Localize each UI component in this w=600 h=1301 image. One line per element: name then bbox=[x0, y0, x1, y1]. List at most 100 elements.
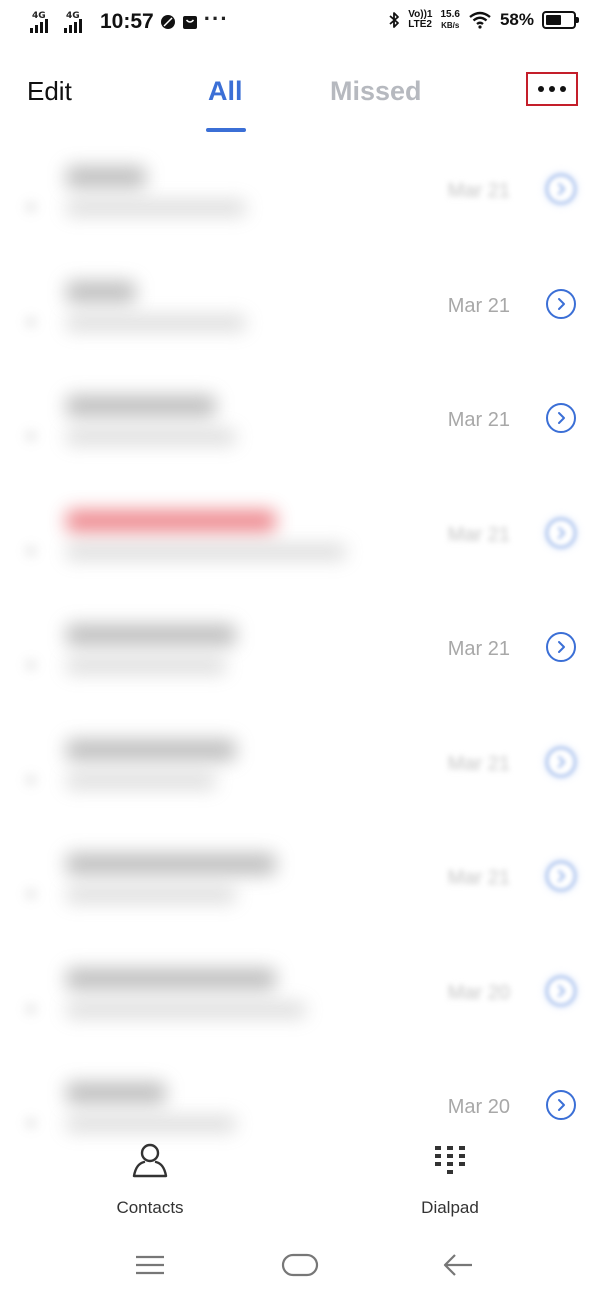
chevron-right-icon bbox=[558, 297, 565, 310]
contacts-tab[interactable]: Contacts bbox=[70, 1140, 230, 1218]
contacts-label: Contacts bbox=[116, 1198, 184, 1217]
call-date: Mar 21 bbox=[447, 752, 510, 775]
call-details-blurred bbox=[66, 887, 236, 903]
contact-name-blurred bbox=[66, 280, 136, 303]
call-type-icon bbox=[24, 200, 38, 214]
battery-fill bbox=[546, 15, 561, 25]
call-date: Mar 21 bbox=[447, 638, 510, 660]
call-details-blurred bbox=[66, 200, 246, 216]
call-date: Mar 20 bbox=[447, 981, 510, 1004]
chevron-right-icon bbox=[558, 755, 565, 768]
call-date: Mar 21 bbox=[447, 294, 510, 317]
contact-name-blurred bbox=[66, 624, 236, 646]
call-log-row[interactable]: Mar 21 bbox=[0, 713, 600, 828]
call-details-button[interactable] bbox=[546, 403, 576, 433]
shopping-bag-icon bbox=[182, 16, 197, 29]
call-details-button[interactable] bbox=[546, 861, 576, 891]
call-date: Mar 21 bbox=[447, 523, 510, 546]
call-type-icon bbox=[24, 887, 38, 901]
dialpad-tab[interactable]: Dialpad bbox=[370, 1140, 530, 1218]
chevron-right-icon bbox=[558, 183, 565, 195]
active-tab-indicator bbox=[206, 128, 246, 132]
contacts-icon bbox=[132, 1143, 168, 1178]
call-date: Mar 21 bbox=[447, 409, 510, 431]
home-button[interactable] bbox=[280, 1250, 320, 1280]
chevron-right-icon bbox=[558, 641, 565, 653]
call-details-button[interactable] bbox=[546, 1090, 576, 1120]
edit-button[interactable]: Edit bbox=[27, 76, 72, 107]
call-details-blurred bbox=[66, 772, 216, 789]
call-details-blurred bbox=[66, 1116, 236, 1132]
call-details-button[interactable] bbox=[546, 288, 576, 319]
signal-sim2-icon: 4G bbox=[64, 11, 92, 33]
contact-name-blurred bbox=[66, 738, 236, 761]
home-icon bbox=[281, 1253, 319, 1277]
call-details-button[interactable] bbox=[546, 517, 576, 548]
back-button[interactable] bbox=[438, 1250, 478, 1280]
call-log-row[interactable]: Mar 21 bbox=[0, 827, 600, 942]
chevron-right-icon bbox=[558, 984, 565, 997]
call-type-icon bbox=[24, 1116, 38, 1130]
bluetooth-icon bbox=[389, 12, 400, 28]
battery-percent: 58% bbox=[499, 10, 534, 29]
call-type-icon bbox=[24, 1001, 38, 1016]
battery-icon bbox=[542, 11, 579, 29]
call-type-icon bbox=[24, 658, 38, 672]
clock: 10:57 bbox=[100, 10, 154, 33]
signal-sim1-icon: 4G bbox=[30, 11, 58, 33]
call-log-row[interactable]: Mar 21 bbox=[0, 484, 600, 599]
wifi-icon bbox=[469, 11, 491, 29]
network-speed: 15.6 KB/s bbox=[440, 9, 460, 30]
call-type-icon bbox=[24, 543, 38, 558]
chevron-right-icon bbox=[558, 870, 565, 882]
call-details-blurred bbox=[66, 658, 226, 674]
call-log-list[interactable]: Mar 21 Mar 21 Mar 21 Mar 21 Mar 21 Mar 21 Mar … bbox=[0, 140, 600, 1171]
chevron-right-icon bbox=[558, 412, 565, 424]
volte-indicator: Vo))1 LTE2 bbox=[408, 9, 433, 30]
call-details-blurred bbox=[66, 429, 236, 445]
status-right: Vo))1 LTE2 15.6 KB/s 58% bbox=[388, 9, 579, 31]
chevron-right-icon bbox=[558, 1099, 565, 1111]
chevron-right-icon bbox=[558, 526, 565, 539]
call-date: Mar 21 bbox=[447, 180, 510, 202]
more-horizontal-icon bbox=[538, 86, 544, 92]
call-log-row[interactable]: Mar 21 bbox=[0, 369, 600, 484]
call-details-button[interactable] bbox=[546, 975, 576, 1006]
contact-name-blurred bbox=[66, 395, 216, 417]
leaf-notification-icon bbox=[160, 15, 175, 29]
call-details-blurred bbox=[66, 314, 246, 331]
call-log-row[interactable]: Mar 21 bbox=[0, 255, 600, 370]
contact-name-blurred bbox=[66, 1082, 166, 1104]
call-log-row[interactable]: Mar 20 bbox=[0, 942, 600, 1057]
call-log-row[interactable]: Mar 21 bbox=[0, 598, 600, 713]
tab-all[interactable]: All bbox=[208, 76, 243, 107]
bottom-navigation: Contacts Dialpad bbox=[0, 1140, 600, 1224]
dialpad-label: Dialpad bbox=[421, 1198, 479, 1217]
back-arrow-icon bbox=[443, 1254, 472, 1276]
contact-name-blurred bbox=[66, 166, 146, 188]
system-navigation-bar bbox=[0, 1236, 600, 1296]
call-details-button[interactable] bbox=[546, 746, 576, 777]
call-type-icon bbox=[24, 314, 38, 329]
dialpad-icon bbox=[435, 1146, 465, 1174]
menu-icon bbox=[136, 1255, 164, 1275]
contact-name-blurred bbox=[66, 967, 276, 990]
call-date: Mar 20 bbox=[447, 1096, 510, 1118]
call-log-row[interactable]: Mar 21 bbox=[0, 140, 600, 255]
tab-missed[interactable]: Missed bbox=[330, 76, 422, 107]
call-details-blurred bbox=[66, 543, 346, 560]
call-details-button[interactable] bbox=[546, 174, 576, 204]
more-notifications-icon: ··· bbox=[203, 6, 229, 31]
call-date: Mar 21 bbox=[447, 867, 510, 889]
contact-name-blurred bbox=[66, 853, 276, 875]
call-details-button[interactable] bbox=[546, 632, 576, 662]
call-details-blurred bbox=[66, 1001, 306, 1018]
contact-name-blurred bbox=[66, 509, 276, 532]
status-bar: 4G 4G 10:57 ··· Vo))1 LTE2 15.6 KB/s 58% bbox=[0, 0, 600, 48]
call-type-icon bbox=[24, 429, 38, 443]
more-options-button[interactable] bbox=[526, 72, 578, 106]
call-type-icon bbox=[24, 772, 38, 787]
call-log-header: Edit All Missed bbox=[0, 60, 600, 140]
recent-apps-button[interactable] bbox=[130, 1250, 170, 1280]
status-left: 4G 4G 10:57 ··· bbox=[30, 6, 229, 34]
